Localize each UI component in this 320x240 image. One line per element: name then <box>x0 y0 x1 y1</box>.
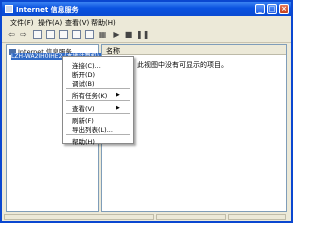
properties-icon[interactable] <box>46 30 55 39</box>
minimize-button[interactable]: _ <box>255 4 265 14</box>
ctx-help[interactable]: 帮助(H) <box>72 136 95 146</box>
export-icon[interactable] <box>72 30 81 39</box>
ctx-view[interactable]: 查看(V) <box>72 103 95 113</box>
title-bar[interactable]: Internet 信息服务 _ □ × <box>2 2 291 16</box>
menu-bar: 文件(F) 操作(A) 查看(V) 帮助(H) <box>2 17 291 27</box>
status-bar <box>2 213 291 221</box>
submenu-arrow-icon: ▶ <box>116 92 120 98</box>
play-icon[interactable]: ▶ <box>112 30 121 39</box>
window-title: Internet 信息服务 <box>16 6 79 14</box>
iis-window: Internet 信息服务 _ □ × 文件(F) 操作(A) 查看(V) 帮助… <box>0 0 293 223</box>
ctx-debug[interactable]: 调试(B) <box>72 78 95 88</box>
maximize-button[interactable]: □ <box>267 4 277 14</box>
forward-icon[interactable]: ⇨ <box>19 30 28 39</box>
status-cell-3 <box>228 214 286 220</box>
computer-icon[interactable]: ▦ <box>98 30 107 39</box>
back-icon[interactable]: ⇦ <box>7 30 16 39</box>
close-button[interactable]: × <box>279 4 289 14</box>
ctx-all-tasks[interactable]: 所有任务(K) <box>72 90 107 100</box>
up-icon[interactable] <box>33 30 42 39</box>
help-icon[interactable] <box>85 30 94 39</box>
ctx-separator <box>66 100 130 101</box>
context-menu: 连接(C)... 断开(D) 调试(B) 所有任务(K) ▶ 查看(V) ▶ 刷… <box>62 56 134 146</box>
submenu-arrow-icon: ▶ <box>116 105 120 111</box>
status-cell-main <box>4 214 154 220</box>
pause-icon[interactable]: ❚❚ <box>136 30 149 39</box>
toolbar: ⇦ ⇨ ▦ ▶ ■ ❚❚ <box>2 27 291 43</box>
ctx-export-list[interactable]: 导出列表(L)... <box>72 124 113 134</box>
iis-app-icon <box>5 5 13 13</box>
refresh-icon[interactable] <box>59 30 68 39</box>
status-cell-2 <box>156 214 226 220</box>
ctx-separator <box>66 113 130 114</box>
stop-icon[interactable]: ■ <box>124 30 133 39</box>
column-header-label: 名称 <box>106 47 120 55</box>
ctx-separator <box>66 134 130 135</box>
column-header-name[interactable]: 名称 <box>102 45 286 55</box>
empty-message: 此视图中没有可显示的项目。 <box>137 61 228 69</box>
ctx-separator <box>66 88 130 89</box>
